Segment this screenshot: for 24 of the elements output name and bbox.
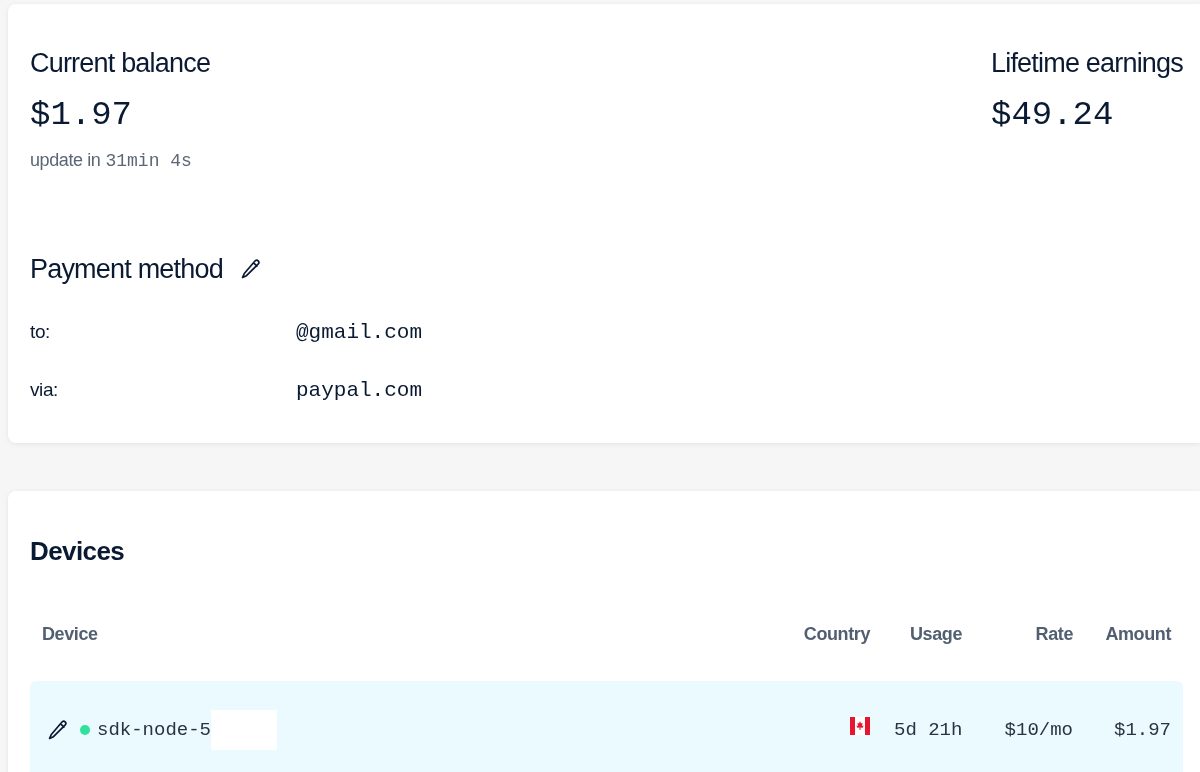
field-value: paypal.com bbox=[295, 378, 422, 404]
lifetime-amount: $49.24 bbox=[991, 95, 1114, 136]
column-header: Usage bbox=[909, 623, 962, 646]
balance-label: Current balance bbox=[30, 47, 211, 80]
field-label: via: bbox=[30, 378, 58, 402]
column-header: Device bbox=[42, 623, 98, 646]
pencil-icon[interactable] bbox=[240, 258, 261, 280]
usage-cell-text: 5d 21h bbox=[893, 717, 964, 743]
flag-icon bbox=[850, 717, 870, 735]
amount-cell-text: $1.97 bbox=[1113, 717, 1172, 743]
column-header: Rate bbox=[1035, 623, 1073, 646]
column-header: Amount bbox=[1105, 623, 1171, 646]
balance-amount: $1.97 bbox=[30, 95, 133, 136]
rate-cell-text: $10/mo bbox=[1003, 717, 1074, 743]
update-label: update in bbox=[30, 149, 101, 172]
payment-method-title: Payment method bbox=[30, 253, 223, 286]
column-header: Country bbox=[803, 623, 870, 646]
field-label: to: bbox=[30, 320, 50, 344]
device-name: sdk-node-5 bbox=[97, 717, 212, 743]
lifetime-label: Lifetime earnings bbox=[991, 47, 1183, 80]
pencil-icon[interactable] bbox=[48, 719, 68, 741]
field-value: @gmail.com bbox=[295, 320, 422, 346]
update-countdown: 31min 4s bbox=[105, 150, 192, 173]
devices-title: Devices bbox=[30, 535, 125, 568]
